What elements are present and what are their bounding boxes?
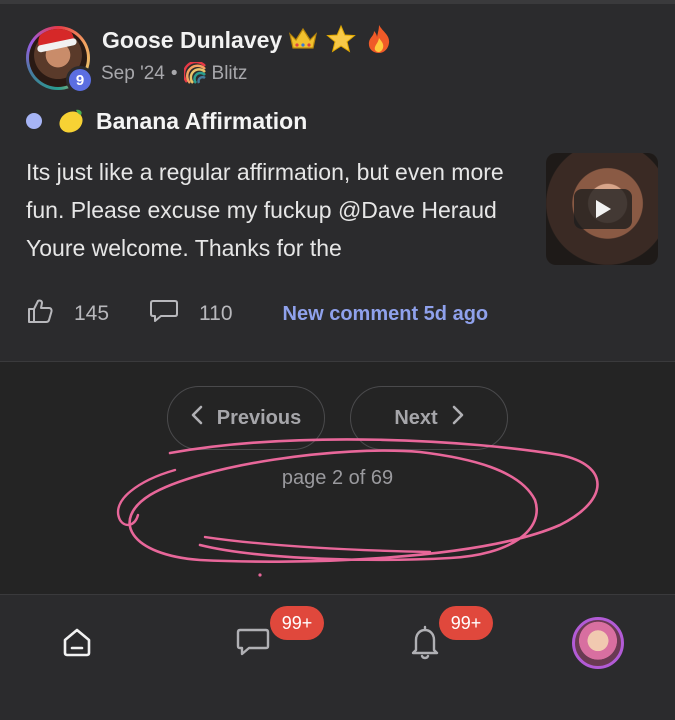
author-avatar[interactable]: 9 [26, 26, 94, 94]
bell-icon [409, 624, 441, 665]
comment-icon [149, 298, 179, 330]
post-card[interactable]: 9 Goose Dunlavey Sep '24 • Blitz Banana … [0, 0, 675, 362]
previous-button[interactable]: Previous [167, 386, 325, 450]
chat-count-badge: 99+ [270, 606, 324, 640]
rainbow-icon [182, 60, 208, 86]
pagination: Previous Next [0, 386, 675, 450]
comment-button[interactable]: 110 [149, 298, 233, 330]
notification-count-badge: 99+ [439, 606, 493, 640]
star-icon [326, 24, 356, 54]
post-date: Sep '24 [101, 63, 165, 84]
lemon-icon [56, 106, 86, 136]
new-comment-link[interactable]: New comment 5d ago [283, 303, 489, 326]
nav-home[interactable] [52, 619, 102, 669]
crown-icon [288, 24, 318, 54]
santa-hat-icon [35, 29, 75, 49]
chevron-right-icon [452, 405, 464, 431]
post-title-row[interactable]: Banana Affirmation [26, 106, 307, 136]
next-label: Next [394, 406, 438, 429]
like-count: 145 [74, 302, 110, 325]
chat-icon [235, 626, 271, 663]
post-actions: 145 110 New comment 5d ago [26, 298, 646, 330]
fire-icon [364, 24, 394, 54]
author-emoji-group [288, 24, 394, 54]
thumbs-up-icon [26, 297, 54, 331]
home-icon [60, 625, 94, 664]
comment-count: 110 [199, 302, 233, 325]
chevron-left-icon [191, 405, 203, 431]
like-button[interactable]: 145 [26, 297, 109, 331]
previous-label: Previous [216, 406, 302, 429]
unread-dot [26, 113, 42, 129]
bottom-navigation [0, 594, 675, 720]
community-link[interactable]: Blitz [212, 63, 248, 85]
play-icon[interactable] [574, 189, 632, 229]
post-meta: Sep '24 • Blitz [101, 60, 248, 86]
author-name[interactable]: Goose Dunlavey [102, 27, 282, 54]
post-body[interactable]: Its just like a regular affirmation, but… [26, 153, 526, 267]
post-title[interactable]: Banana Affirmation [96, 108, 307, 135]
video-thumbnail[interactable] [546, 153, 658, 265]
meta-separator: • [170, 63, 178, 84]
page-indicator: page 2 of 69 [281, 467, 394, 489]
next-button[interactable]: Next [350, 386, 508, 450]
divider [0, 0, 675, 4]
profile-avatar[interactable] [572, 617, 624, 669]
level-badge: 9 [66, 66, 94, 94]
